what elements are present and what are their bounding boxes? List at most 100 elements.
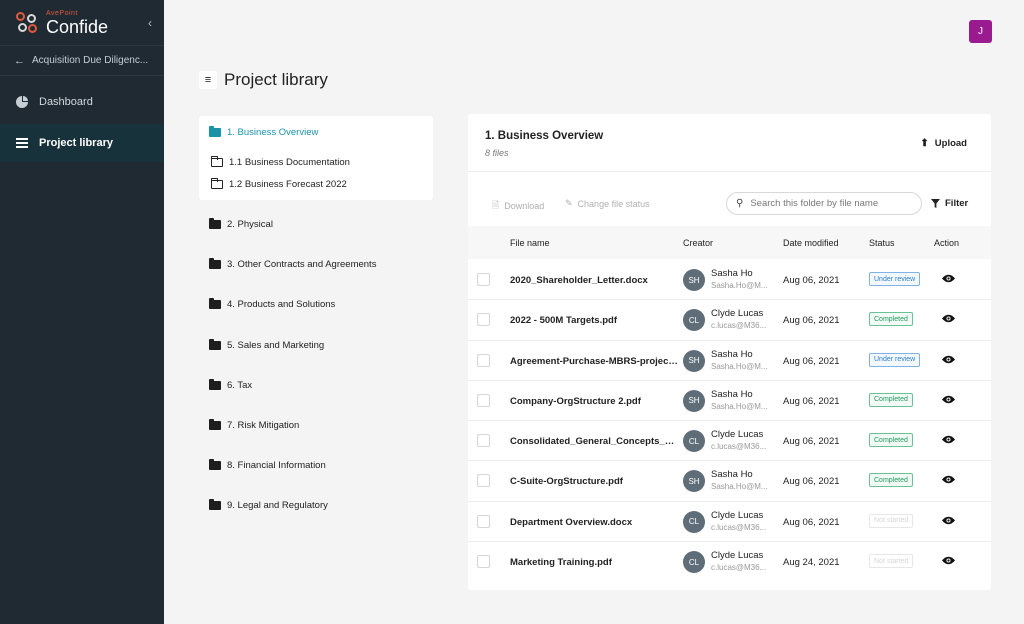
file-name[interactable]: 2022 - 500M Targets.pdf (510, 315, 678, 326)
tree-folder-business-overview[interactable]: 1. Business Overview (209, 126, 318, 138)
upload-icon: ⬆ (920, 138, 929, 149)
row-checkbox[interactable] (477, 474, 490, 488)
table-row[interactable]: Company-OrgStructure 2.pdf SH Sasha Ho S… (468, 381, 991, 422)
brand-name: Confide (46, 16, 109, 37)
eye-icon[interactable] (942, 556, 955, 565)
file-name[interactable]: 2020_Shareholder_Letter.docx (510, 275, 678, 286)
tree-folder-tax[interactable]: 6. Tax (209, 379, 252, 391)
tree-folder-products[interactable]: 4. Products and Solutions (209, 298, 335, 310)
creator-email: Sasha.Ho@M... (711, 482, 768, 492)
column-header-status[interactable]: Status (869, 238, 895, 248)
status-badge: Under review (869, 352, 921, 367)
page-header: ≡ Project library (199, 70, 328, 90)
date-modified: Aug 06, 2021 (783, 476, 840, 488)
table-row[interactable]: C-Suite-OrgStructure.pdf SH Sasha Ho Sas… (468, 461, 991, 502)
status-badge: Not started (869, 554, 914, 569)
back-to-project-link[interactable]: ← Acquisition Due Diligenc... (0, 46, 164, 76)
tree-folder-financial[interactable]: 8. Financial Information (209, 459, 326, 471)
row-checkbox[interactable] (477, 353, 490, 367)
eye-icon[interactable] (942, 516, 955, 525)
creator-name: Clyde Lucas (711, 308, 764, 320)
creator-name: Sasha Ho (711, 469, 753, 481)
status-badge: Under review (869, 272, 921, 286)
table-row[interactable]: 2022 - 500M Targets.pdf CL Clyde Lucas c… (468, 300, 991, 341)
file-name[interactable]: Department Overview.docx (510, 517, 678, 528)
file-table-body: 2020_Shareholder_Letter.docx SH Sasha Ho… (468, 260, 991, 582)
eye-icon[interactable] (942, 314, 955, 323)
sidebar-item-dashboard[interactable]: Dashboard (0, 83, 164, 121)
creator-email: Sasha.Ho@M... (711, 361, 768, 371)
row-checkbox[interactable] (477, 273, 490, 286)
filter-button[interactable]: Filter (931, 198, 968, 209)
tree-folder-legal[interactable]: 9. Legal and Regulatory (209, 499, 328, 511)
creator-avatar: CL (683, 551, 705, 574)
file-name[interactable]: C-Suite-OrgStructure.pdf (510, 476, 678, 487)
tree-folder-risk[interactable]: 7. Risk Mitigation (209, 419, 299, 431)
sidebar-item-project-library[interactable]: Project library (0, 124, 164, 162)
tree-folder-physical[interactable]: 2. Physical (209, 218, 273, 230)
date-modified: Aug 24, 2021 (783, 557, 840, 569)
eye-icon[interactable] (942, 355, 955, 364)
date-modified: Aug 06, 2021 (783, 355, 840, 367)
date-modified: Aug 06, 2021 (783, 395, 840, 407)
file-name[interactable]: Marketing Training.pdf (510, 557, 678, 568)
column-header-action: Action (934, 238, 960, 248)
user-avatar[interactable]: J (969, 20, 992, 43)
eye-icon[interactable] (942, 395, 955, 404)
row-checkbox[interactable] (477, 393, 490, 407)
download-button[interactable]: 🗎 Download (492, 198, 544, 214)
menu-icon[interactable]: ≡ (199, 71, 217, 89)
column-header-creator[interactable]: Creator (683, 238, 713, 248)
column-header-date-modified[interactable]: Date modified (783, 238, 839, 248)
status-badge: Completed (869, 433, 913, 448)
list-icon (16, 138, 28, 148)
file-name[interactable]: Company-OrgStructure 2.pdf (510, 396, 678, 407)
upload-button[interactable]: ⬆ Upload (920, 138, 967, 149)
eye-icon[interactable] (942, 274, 955, 283)
row-checkbox[interactable] (477, 555, 490, 569)
date-modified: Aug 06, 2021 (783, 436, 840, 448)
tree-folder-sales[interactable]: 5. Sales and Marketing (209, 339, 325, 351)
collapse-sidebar-icon[interactable]: ‹ (148, 16, 152, 30)
creator-email: Sasha.Ho@M... (711, 281, 768, 290)
search-input[interactable]: ⚲ Search this folder by file name (726, 192, 922, 215)
folder-title: 1. Business Overview (485, 130, 604, 142)
creator-name: Sasha Ho (711, 348, 753, 360)
column-header-file-name[interactable]: File name (510, 238, 550, 248)
tree-folder-label: 1.1 Business Documentation (229, 157, 350, 168)
brand-company: AvePoint (46, 9, 78, 17)
date-modified: Aug 06, 2021 (783, 516, 840, 528)
row-checkbox[interactable] (477, 434, 490, 448)
filter-label: Filter (945, 198, 969, 209)
row-checkbox[interactable] (477, 313, 490, 327)
tree-subfolder-business-documentation[interactable]: 1.1 Business Documentation (211, 156, 350, 168)
folder-icon (209, 499, 221, 510)
folder-icon (209, 379, 221, 390)
file-name[interactable]: Agreement-Purchase-MBRS-project ... (510, 356, 678, 367)
eye-icon[interactable] (942, 475, 955, 484)
tree-folder-other-contracts[interactable]: 3. Other Contracts and Agreements (209, 258, 376, 270)
tree-folder-label: 8. Financial Information (227, 460, 326, 471)
table-row[interactable]: Consolidated_General_Concepts_Par... CL … (468, 421, 991, 462)
file-name[interactable]: Consolidated_General_Concepts_Par... (510, 436, 678, 447)
creator-name: Clyde Lucas (711, 509, 764, 521)
creator-avatar: CL (683, 510, 705, 533)
table-row[interactable]: 2020_Shareholder_Letter.docx SH Sasha Ho… (468, 260, 991, 301)
pie-chart-icon (16, 96, 28, 108)
date-modified: Aug 06, 2021 (783, 275, 840, 286)
change-file-status-button[interactable]: ✎ Change file status (565, 198, 650, 209)
tree-subfolder-business-forecast[interactable]: 1.2 Business Forecast 2022 (211, 178, 347, 190)
row-checkbox[interactable] (477, 514, 490, 528)
tree-folder-label: 5. Sales and Marketing (227, 340, 325, 351)
table-row[interactable]: Marketing Training.pdf CL Clyde Lucas c.… (468, 542, 991, 582)
file-count: 8 files (485, 148, 509, 158)
table-row[interactable]: Agreement-Purchase-MBRS-project ... SH S… (468, 341, 991, 381)
file-panel: 1. Business Overview 8 files ⬆ Upload 🗎 … (468, 114, 991, 590)
download-label: Download (504, 201, 545, 211)
eye-icon[interactable] (942, 435, 955, 444)
tree-folder-label: 2. Physical (227, 219, 273, 230)
upload-label: Upload (934, 138, 967, 149)
creator-name: Clyde Lucas (711, 550, 764, 562)
table-row[interactable]: Department Overview.docx CL Clyde Lucas … (468, 502, 991, 543)
sidebar-item-label: Project library (39, 137, 113, 149)
